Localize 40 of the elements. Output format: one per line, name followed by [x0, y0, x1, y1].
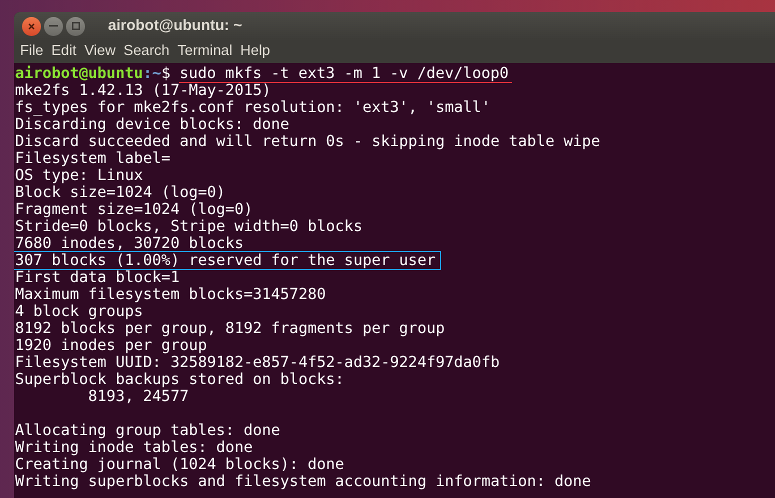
output-line: Creating journal (1024 blocks): done: [15, 456, 344, 473]
window-title: airobot@ubuntu: ~: [108, 16, 242, 36]
output-line: Allocating group tables: done: [15, 422, 280, 439]
command-text: sudo mkfs -t ext3 -m 1 -v /dev/loop0: [179, 65, 512, 83]
output-line: Superblock backups stored on blocks:: [15, 371, 344, 388]
minimize-icon: [49, 25, 58, 27]
prompt-path: :~: [143, 65, 162, 82]
output-line: Stride=0 blocks, Stripe width=0 blocks: [15, 218, 362, 235]
output-line: 307 blocks (1.00%) reserved for the super user: [14, 252, 440, 269]
output-line: Filesystem UUID: 32589182-e857-4f52-ad32-9224f97da0fb: [15, 354, 500, 371]
output-line: Fragment size=1024 (log=0): [15, 201, 253, 218]
output-line: 4 block groups: [15, 303, 144, 320]
output-line: Writing superblocks and filesystem accounting information: done: [15, 473, 592, 490]
output-line: 8193, 24577: [88, 388, 189, 405]
output-line: First data block=1: [15, 269, 180, 286]
menu-item[interactable]: View: [80, 40, 120, 62]
output-line: fs_types for mke2fs.conf resolution: 'ext3', 'small': [15, 99, 490, 116]
close-button[interactable]: [22, 16, 41, 36]
output-line: Block size=1024 (log=0): [15, 184, 226, 201]
prompt-symbol: $: [161, 65, 170, 82]
menu-item[interactable]: Search: [120, 40, 174, 62]
menu-item[interactable]: Help: [236, 40, 274, 62]
output-line: Maximum filesystem blocks=31457280: [15, 286, 326, 303]
prompt-user: airobot@ubuntu: [15, 65, 144, 82]
menu-item[interactable]: Edit: [47, 40, 80, 62]
output-line: Filesystem label=: [15, 150, 170, 167]
menu-item[interactable]: Terminal: [174, 40, 236, 62]
output-line: Writing inode tables: done: [15, 439, 253, 456]
maximize-icon: [72, 22, 80, 30]
menu-item[interactable]: File: [16, 40, 48, 62]
maximize-button[interactable]: [66, 16, 85, 36]
output-line: 7680 inodes, 30720 blocks: [15, 235, 244, 252]
close-icon: [28, 22, 35, 30]
output-line: Discarding device blocks: done: [15, 116, 290, 133]
output-line: 1920 inodes per group: [15, 337, 208, 354]
minimize-button[interactable]: [44, 16, 63, 36]
output-line: 8192 blocks per group, 8192 fragments per group: [15, 320, 445, 337]
output-line: mke2fs 1.42.13 (17-May-2015): [15, 82, 272, 99]
output-line: OS type: Linux: [15, 167, 144, 184]
output-line: Discard succeeded and will return 0s - skipping inode table wipe: [15, 133, 600, 150]
